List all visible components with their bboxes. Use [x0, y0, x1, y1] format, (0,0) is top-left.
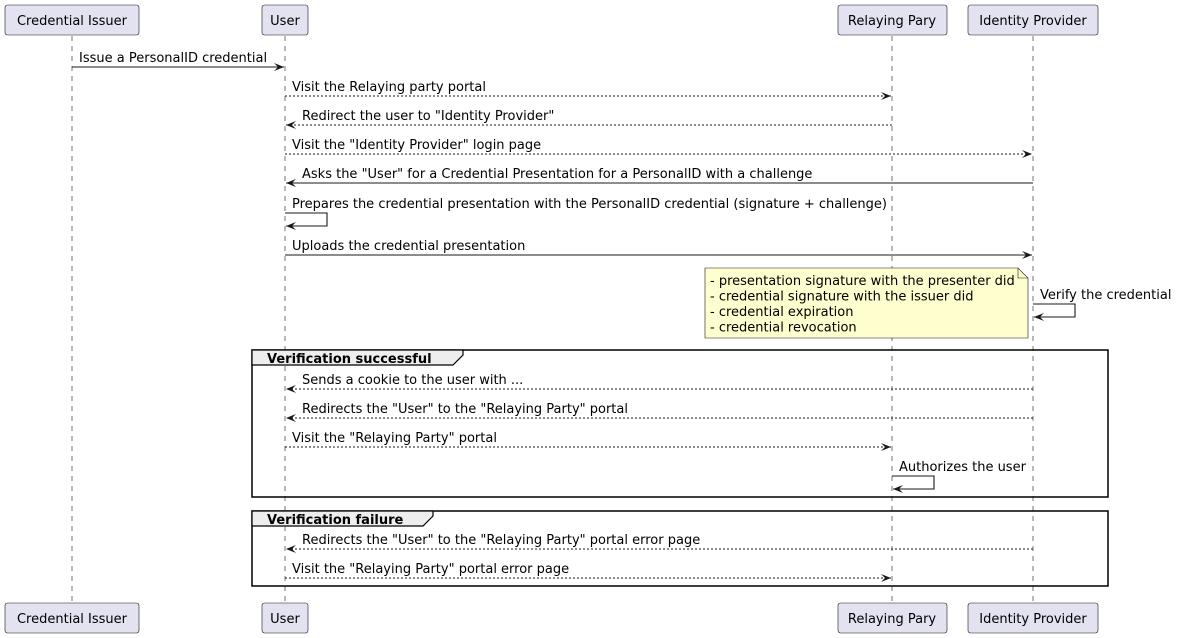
message-label: Redirect the user to "Identity Provider" [302, 109, 554, 124]
message-label: Redirects the "User" to the "Relaying Pa… [302, 402, 628, 417]
participant-label: User [270, 612, 300, 627]
message-label: Asks the "User" for a Credential Present… [302, 167, 812, 182]
arrow-head [286, 414, 296, 422]
group-label: Verification failure [267, 513, 404, 528]
message-label: Authorizes the user [899, 460, 1027, 475]
note-line: - credential expiration [710, 305, 853, 320]
participant-label: Credential Issuer [17, 612, 128, 627]
participant-label: Identity Provider [979, 14, 1087, 29]
message-label: Verify the credential [1040, 288, 1171, 303]
arrow-head [286, 545, 296, 553]
note-line: - credential signature with the issuer d… [710, 290, 973, 305]
message-label: Prepares the credential presentation wit… [292, 197, 887, 212]
sequence-diagram: Verification successful Verification fail… [4, 4, 1171, 634]
participant-label: Credential Issuer [17, 14, 128, 29]
message-label: Issue a PersonalID credential [79, 51, 267, 66]
message-label: Sends a cookie to the user with ... [302, 373, 523, 388]
arrow-head [1022, 150, 1032, 158]
arrow-head [286, 385, 296, 393]
participant-label: Relaying Pary [848, 14, 937, 29]
message-label: Redirects the "User" to the "Relaying Pa… [302, 533, 700, 548]
message-label: Visit the Relaying party portal [292, 80, 486, 95]
note-line: - presentation signature with the presen… [710, 274, 1015, 289]
participant-label: Identity Provider [979, 612, 1087, 627]
message-label: Visit the "Relaying Party" portal [292, 431, 497, 446]
participant-label: Relaying Pary [848, 612, 937, 627]
group-label: Verification successful [267, 352, 432, 367]
message-label: Visit the "Relaying Party" portal error … [292, 562, 569, 577]
note-line: - credential revocation [710, 321, 857, 336]
message-label: Visit the "Identity Provider" login page [292, 138, 541, 153]
message-label: Uploads the credential presentation [292, 239, 525, 254]
participant-label: User [270, 14, 300, 29]
